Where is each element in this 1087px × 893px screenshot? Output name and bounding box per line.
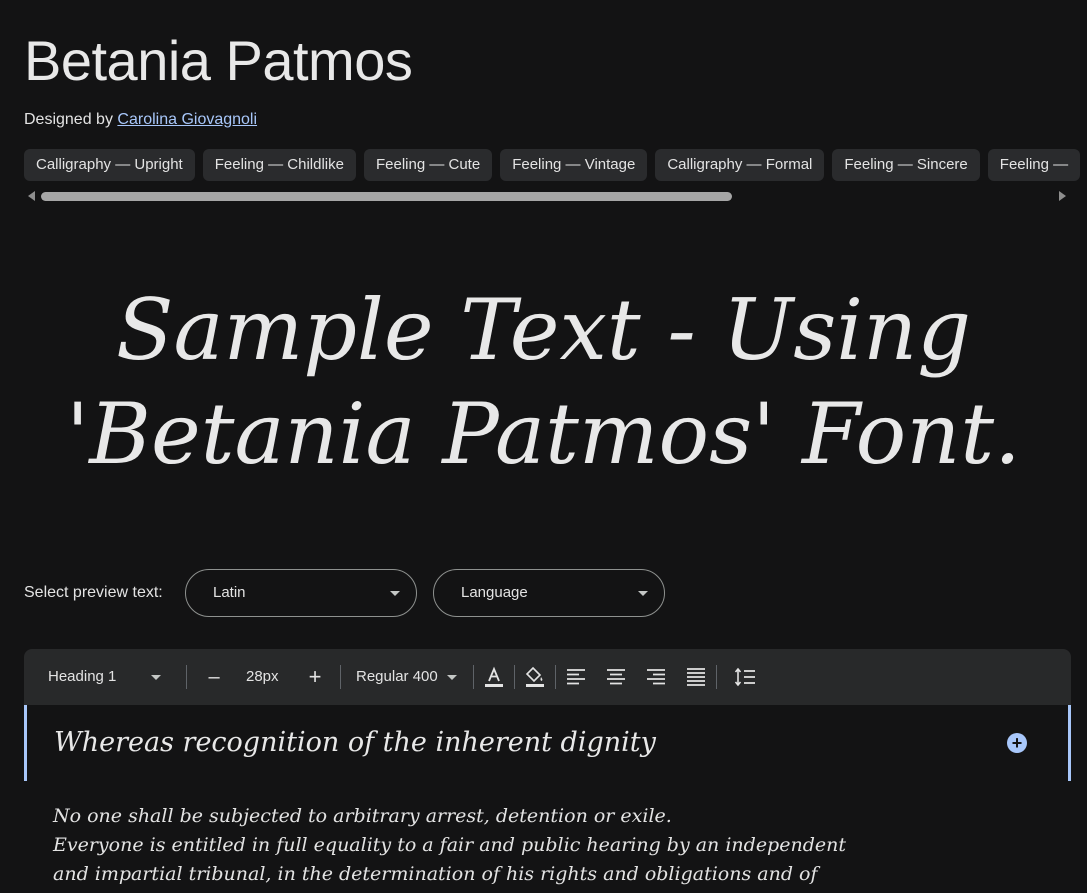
designer-link[interactable]: Carolina Giovagnoli [117,111,257,128]
language-select-value: Language [461,584,528,601]
align-center-icon[interactable] [604,665,628,689]
toolbar-divider [186,665,187,689]
add-icon[interactable]: + [1007,733,1027,753]
scroll-right-arrow-icon[interactable] [1059,191,1066,201]
font-size-value[interactable]: 28px [246,649,279,705]
tag-chip[interactable]: Calligraphy — Upright [24,149,195,181]
chevron-down-icon [390,591,400,596]
toolbar-divider [473,665,474,689]
tag-chip[interactable]: Feeling — Childlike [202,149,356,181]
scroll-left-arrow-icon[interactable] [28,191,35,201]
editor-toolbar: Heading 1 – 28px + Regular 400 [24,649,1071,705]
toolbar-divider [555,665,556,689]
toolbar-divider [340,665,341,689]
editor-heading-text[interactable]: Whereas recognition of the inherent dign… [54,727,656,758]
chevron-down-icon [447,675,457,680]
horizontal-scrollbar-thumb[interactable] [41,192,732,201]
text-color-icon[interactable] [482,665,506,689]
align-left-icon[interactable] [564,665,588,689]
preview-text-label: Select preview text: [24,584,163,601]
sample-text-line: Sample Text - Using [115,281,972,379]
align-justify-icon[interactable] [684,665,708,689]
chevron-down-icon [151,675,161,680]
script-select[interactable]: Latin [185,569,417,617]
font-title: Betania Patmos [24,29,413,92]
tag-list: Calligraphy — Upright Feeling — Childlik… [24,149,1087,181]
toolbar-divider [514,665,515,689]
increase-size-button[interactable]: + [304,649,326,705]
paragraph-line: No one shall be subjected to arbitrary a… [53,805,672,827]
toolbar-divider [716,665,717,689]
tag-chip[interactable]: Feeling — Cute [363,149,493,181]
tag-chip[interactable]: Calligraphy — Formal [655,149,825,181]
text-style-value: Heading 1 [48,668,117,685]
tag-chip[interactable]: Feeling — [987,149,1081,181]
editor-paragraph[interactable]: No one shall be subjected to arbitrary a… [53,802,1053,889]
language-select[interactable]: Language [433,569,665,617]
tag-chip[interactable]: Feeling — Vintage [500,149,648,181]
line-height-icon[interactable] [733,665,757,689]
sample-text: Sample Text - Using 'Betania Patmos' Fon… [40,278,1047,486]
highlight-color-icon[interactable] [523,665,547,689]
text-style-select[interactable]: Heading 1 [48,649,188,705]
sample-text-line: 'Betania Patmos' Font. [66,385,1021,483]
align-right-icon[interactable] [644,665,668,689]
chevron-down-icon [638,591,648,596]
designer-line: Designed by Carolina Giovagnoli [24,111,257,129]
paragraph-line: Everyone is entitled in full equality to… [53,834,846,856]
tag-chip[interactable]: Feeling — Sincere [832,149,980,181]
script-select-value: Latin [213,584,246,601]
decrease-size-button[interactable]: – [204,649,224,705]
font-weight-value: Regular 400 [356,668,438,685]
designed-by-label: Designed by [24,111,113,128]
paragraph-line: and impartial tribunal, in the determina… [53,863,818,885]
editor-heading-block[interactable]: Whereas recognition of the inherent dign… [24,705,1071,781]
